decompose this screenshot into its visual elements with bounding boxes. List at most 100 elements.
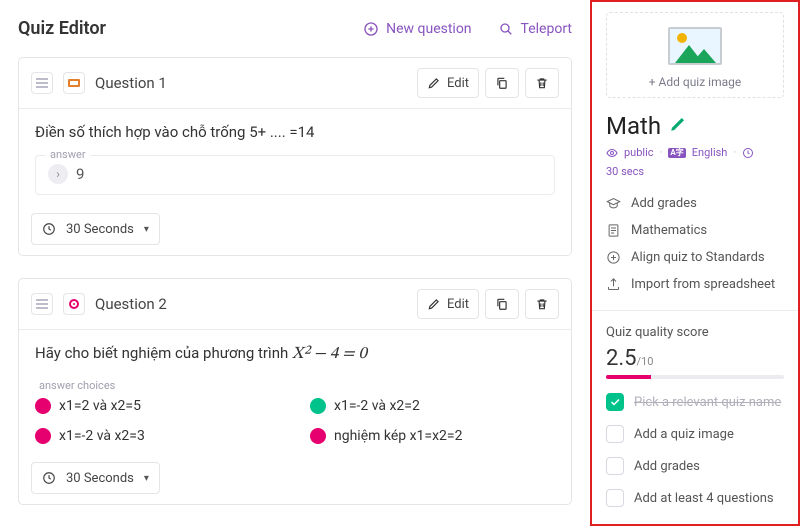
- answer-choice: x1=-2 và x2=3: [35, 428, 280, 444]
- edit-title-button[interactable]: [669, 115, 687, 137]
- header-actions: New question Teleport: [363, 21, 572, 37]
- checklist-item: Add grades: [606, 457, 784, 475]
- language-label[interactable]: English: [692, 146, 728, 159]
- main-header: Quiz Editor New question Teleport: [18, 8, 572, 57]
- answer-box: answer › 9: [35, 155, 555, 195]
- question-card: Question 1 Edit Điền số thích hợp và: [18, 57, 572, 256]
- question-title: Question 1: [95, 74, 407, 92]
- add-image-label: + Add quiz image: [617, 75, 773, 89]
- question-card: Question 2 Edit Hãy cho biết nghiệm: [18, 278, 572, 505]
- language-icon: A字: [668, 148, 685, 158]
- teleport-button[interactable]: Teleport: [498, 21, 572, 37]
- choice-text: x1=2 và x2=5: [59, 398, 141, 414]
- wrong-dot-icon: [310, 428, 326, 444]
- choice-text: x1=-2 và x2=3: [59, 428, 145, 444]
- eye-icon: [606, 147, 618, 159]
- clock-icon: [742, 147, 754, 159]
- checkbox-unchecked-icon[interactable]: [606, 425, 624, 443]
- time-label: 30 Seconds: [66, 471, 134, 486]
- page-title: Quiz Editor: [18, 18, 106, 39]
- delete-button[interactable]: [525, 289, 559, 319]
- edit-label: Edit: [447, 76, 469, 91]
- drag-handle-icon[interactable]: [31, 72, 53, 94]
- pencil-icon: [427, 297, 441, 311]
- quality-bar: [606, 375, 784, 379]
- answer-choices-box: answer choices x1=2 và x2=5 x1=-2 và x2=…: [35, 379, 555, 444]
- answer-choice: nghiệm kép x1=x2=2: [310, 428, 555, 444]
- chevron-down-icon: ▾: [144, 473, 149, 484]
- duration-label[interactable]: 30 secs: [606, 165, 644, 178]
- quality-checklist: Pick a relevant quiz name Add a quiz ima…: [606, 393, 784, 507]
- clock-icon: [42, 222, 56, 236]
- plus-circle-icon: [606, 250, 621, 265]
- quality-score-max: /10: [637, 355, 654, 368]
- sidebar-actions: Add grades Mathematics Align quiz to Sta…: [606, 196, 784, 292]
- import-spreadsheet-button[interactable]: Import from spreadsheet: [606, 277, 784, 292]
- align-standards-button[interactable]: Align quiz to Standards: [606, 250, 784, 265]
- chevron-down-icon: ▾: [144, 224, 149, 235]
- quality-score: 2.5/10: [606, 346, 784, 371]
- duplicate-button[interactable]: [485, 289, 519, 319]
- main-column: Quiz Editor New question Teleport Quest: [0, 0, 590, 526]
- chevron-right-icon: ›: [48, 164, 68, 184]
- answer-choice: x1=2 và x2=5: [35, 398, 280, 414]
- quiz-name: Math: [606, 112, 661, 140]
- add-quiz-image-button[interactable]: + Add quiz image: [606, 12, 784, 98]
- question-body: Điền số thích hợp vào chỗ trống 5+ .... …: [19, 109, 571, 205]
- correct-dot-icon: [310, 398, 326, 414]
- wrong-dot-icon: [35, 428, 51, 444]
- copy-icon: [495, 297, 509, 311]
- image-placeholder-icon: [668, 27, 722, 65]
- pencil-icon: [427, 76, 441, 90]
- visibility-label[interactable]: public: [624, 146, 654, 159]
- question-equation: X² − 4 = 0: [292, 346, 367, 363]
- quiz-meta: public · A字 English · 30 secs: [606, 146, 784, 178]
- new-question-label: New question: [386, 21, 471, 37]
- choice-text: x1=-2 và x2=2: [334, 398, 420, 414]
- edit-label: Edit: [447, 297, 469, 312]
- question-footer: 30 Seconds ▾: [19, 205, 571, 255]
- add-grades-button[interactable]: Add grades: [606, 196, 784, 211]
- pencil-icon: [669, 115, 687, 133]
- checkbox-checked-icon[interactable]: [606, 393, 624, 411]
- duplicate-button[interactable]: [485, 68, 519, 98]
- question-header: Question 2 Edit: [19, 279, 571, 329]
- question-header: Question 1 Edit: [19, 58, 571, 108]
- quality-score-value: 2.5: [606, 346, 637, 371]
- time-select[interactable]: 30 Seconds ▾: [31, 462, 160, 494]
- document-icon: [606, 223, 621, 238]
- new-question-button[interactable]: New question: [363, 21, 471, 37]
- trash-icon: [535, 297, 549, 311]
- answer-label: answer: [46, 148, 90, 161]
- edit-button[interactable]: Edit: [417, 68, 479, 98]
- wrong-dot-icon: [35, 398, 51, 414]
- plus-circle-icon: [363, 21, 379, 37]
- fill-blank-icon: [63, 72, 85, 94]
- drag-handle-icon[interactable]: [31, 293, 53, 315]
- quality-label: Quiz quality score: [606, 325, 784, 340]
- upload-icon: [606, 277, 621, 292]
- copy-icon: [495, 76, 509, 90]
- time-label: 30 Seconds: [66, 222, 134, 237]
- checkbox-unchecked-icon[interactable]: [606, 457, 624, 475]
- choices-label: answer choices: [35, 379, 555, 392]
- question-text-prefix: Hãy cho biết nghiệm của phương trình: [35, 344, 292, 362]
- choice-text: nghiệm kép x1=x2=2: [334, 428, 462, 444]
- question-footer: 30 Seconds ▾: [19, 454, 571, 504]
- sidebar: + Add quiz image Math public · A字 Englis…: [590, 0, 800, 526]
- time-select[interactable]: 30 Seconds ▾: [31, 213, 160, 245]
- trash-icon: [535, 76, 549, 90]
- delete-button[interactable]: [525, 68, 559, 98]
- quiz-title-row: Math: [606, 112, 784, 140]
- multiple-choice-icon: [63, 293, 85, 315]
- checkbox-unchecked-icon[interactable]: [606, 489, 624, 507]
- edit-button[interactable]: Edit: [417, 289, 479, 319]
- question-title: Question 2: [95, 295, 407, 313]
- teleport-label: Teleport: [521, 21, 572, 37]
- subject-button[interactable]: Mathematics: [606, 223, 784, 238]
- question-body: Hãy cho biết nghiệm của phương trình X² …: [19, 330, 571, 454]
- checklist-item: Pick a relevant quiz name: [606, 393, 784, 411]
- checklist-item: Add a quiz image: [606, 425, 784, 443]
- checklist-item: Add at least 4 questions: [606, 489, 784, 507]
- question-text: Điền số thích hợp vào chỗ trống 5+ .... …: [35, 123, 555, 141]
